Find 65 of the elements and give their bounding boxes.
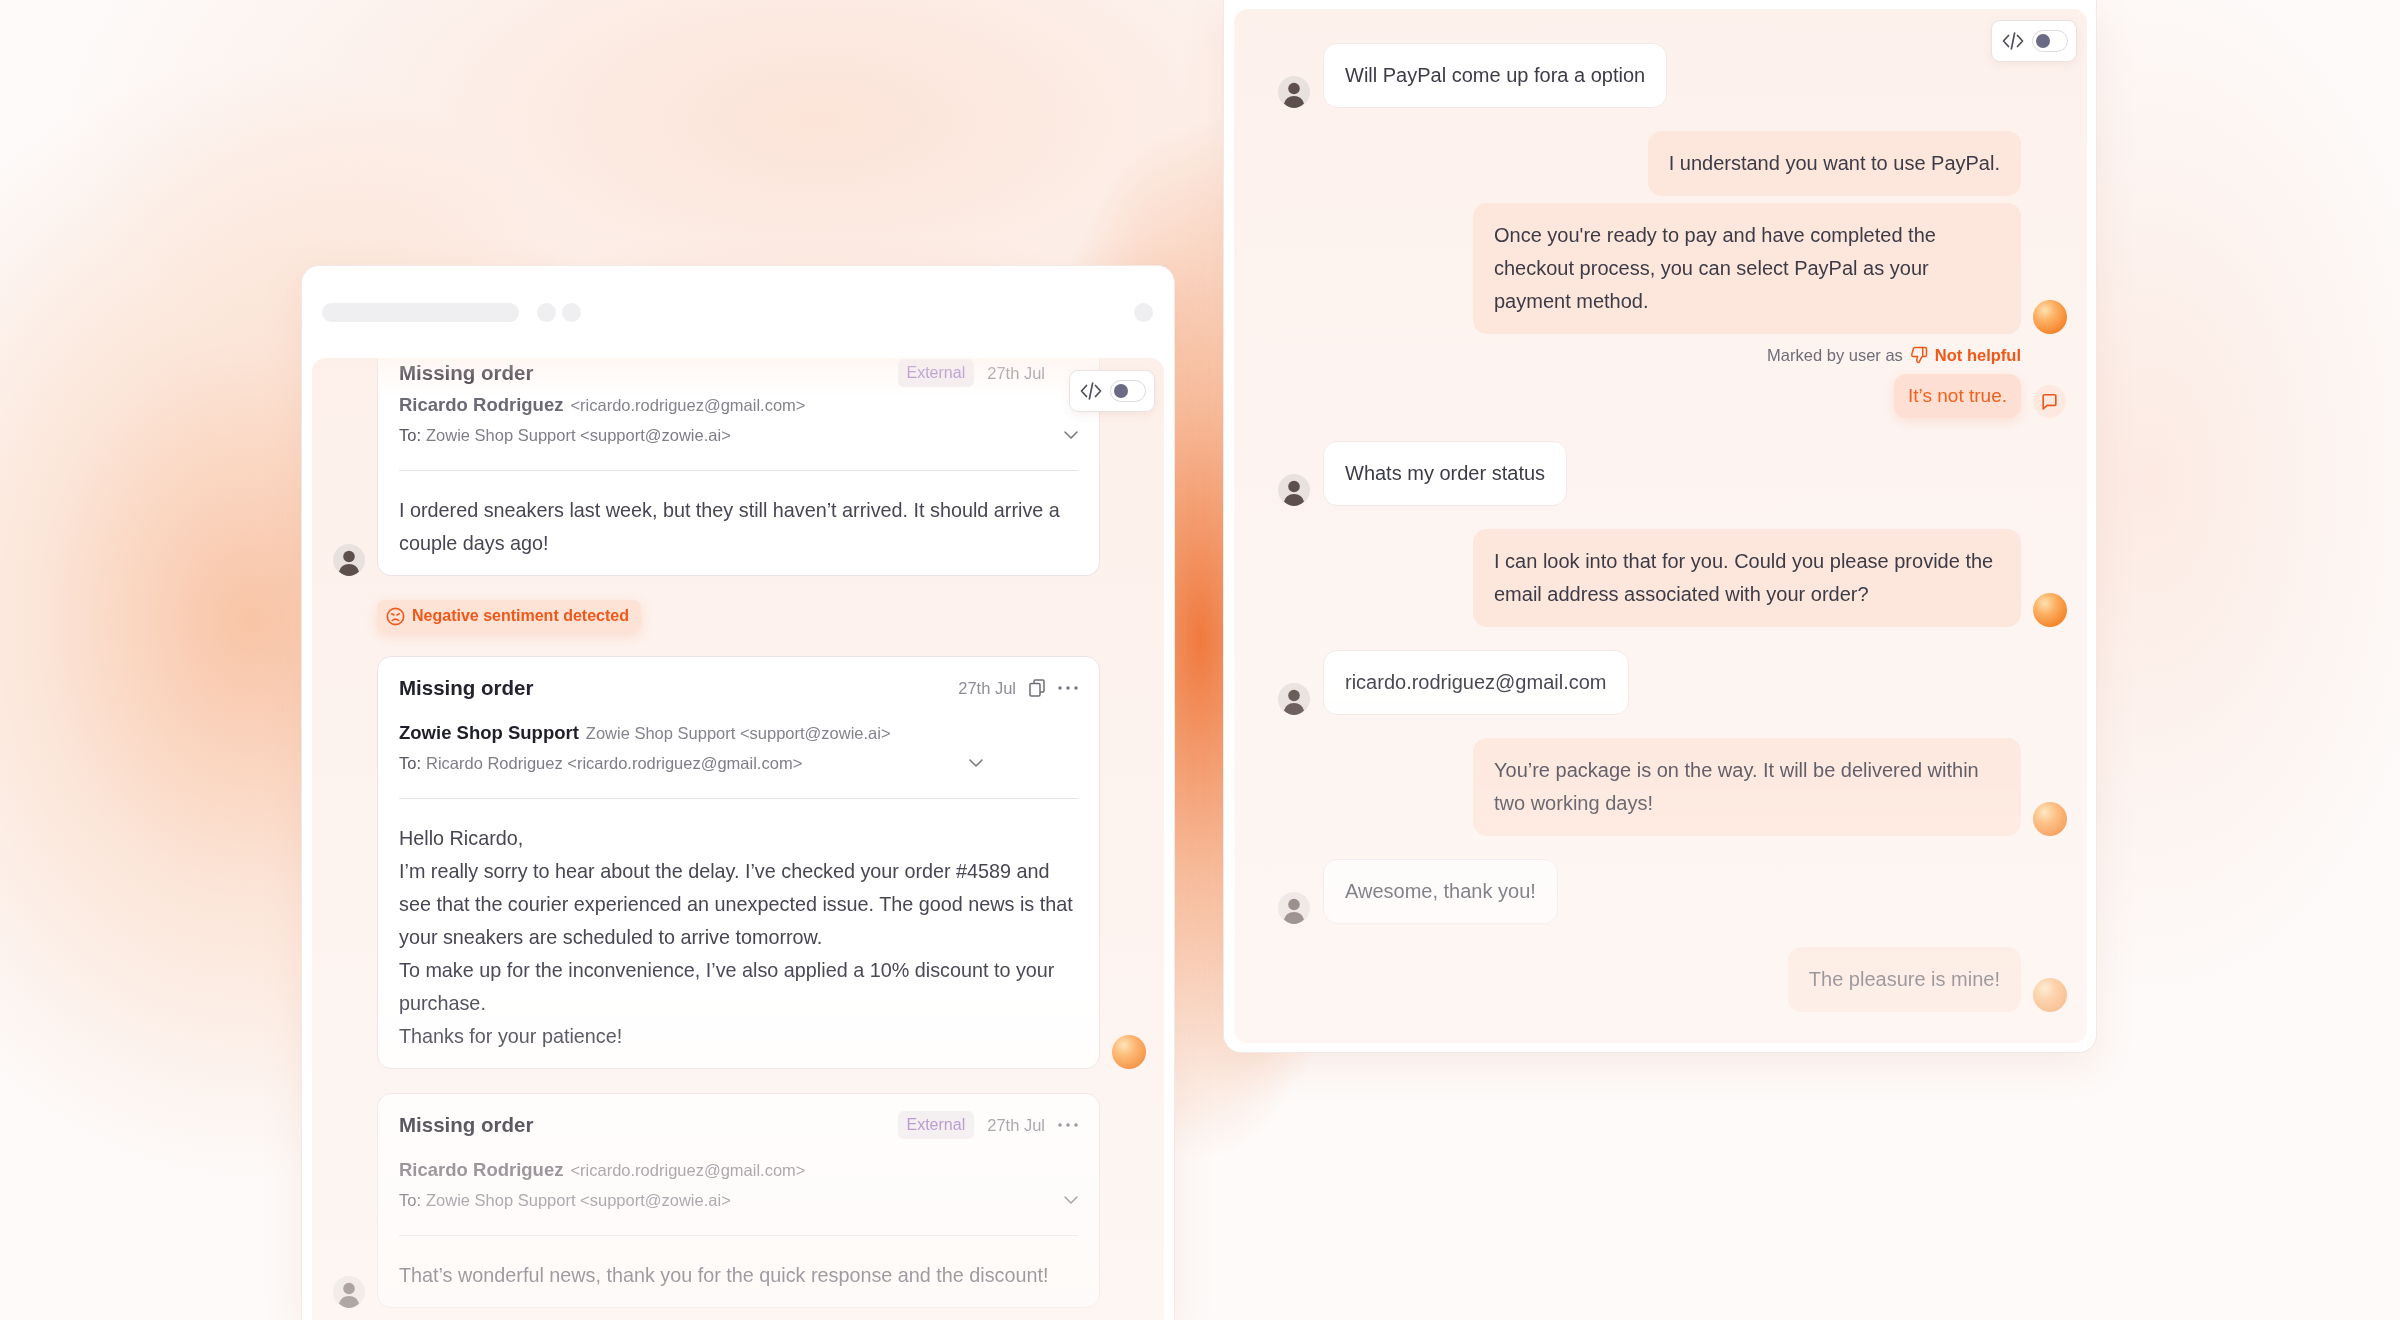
chat-message: Awesome, thank you!	[1323, 859, 1558, 924]
email-paragraph: I ordered sneakers last week, but they still haven’t arrived. It should arrive a couple days ago!	[399, 498, 1061, 556]
email-paragraph: Thanks for your patience!	[399, 1024, 624, 1049]
more-icon[interactable]	[1058, 686, 1078, 690]
chat-message: Once you're ready to pay and have completed the checkout process, you can select PayPal as your payment method.	[1473, 203, 2021, 334]
avatar-icon	[1278, 474, 1310, 506]
sender-name: Zowie Shop Support	[399, 721, 579, 745]
email-date: 27th Jul	[987, 1115, 1045, 1136]
chat-message: ricardo.rodriguez@gmail.com	[1323, 650, 1629, 715]
chat-message: I understand you want to use PayPal.	[1647, 131, 2021, 196]
email-tag: External	[897, 359, 975, 387]
chat-message: You’re package is on the way. It will be delivered within two working days!	[1473, 738, 2021, 836]
chevron-down-icon[interactable]	[1064, 1196, 1078, 1204]
avatar-icon	[333, 1276, 365, 1308]
bot-avatar-icon	[2033, 802, 2067, 836]
email-paragraph: Hello Ricardo,	[399, 826, 525, 851]
chat-message: The pleasure is mine!	[1787, 947, 2021, 1012]
avatar-icon	[333, 544, 365, 576]
recipient-address: Zowie Shop Support <support@zowie.ai>	[426, 425, 731, 446]
bot-avatar-icon	[2033, 300, 2067, 334]
sender-address: <ricardo.rodriguez@gmail.com>	[570, 395, 806, 416]
recipient-address: Ricardo Rodriguez <ricardo.rodriguez@gmail.com>	[426, 753, 803, 774]
email-subject: Missing order	[399, 360, 534, 386]
bot-avatar-icon	[2033, 593, 2067, 627]
email-subject: Missing order	[399, 1112, 534, 1138]
chevron-down-icon[interactable]	[1064, 431, 1078, 439]
bot-avatar-icon	[1112, 1035, 1146, 1069]
copy-icon[interactable]	[1029, 679, 1045, 697]
recipient-address: Zowie Shop Support <support@zowie.ai>	[426, 1190, 731, 1211]
feedback-label: Marked by user as	[1767, 345, 1903, 365]
code-icon	[1080, 382, 1102, 400]
email-paragraph: To make up for the inconvenience, I’ve also applied a 10% discount to your purchase.	[399, 958, 1056, 1016]
email-paragraph: I’m really sorry to hear about the delay. I’ve checked your order #4589 and see that the courier experienced an unexpected issue. The good news is that your sneakers are scheduled to arrive tomorrow.	[399, 859, 1074, 950]
chat-message: Will PayPal come up fora a option	[1323, 43, 1668, 108]
avatar-icon	[1278, 683, 1310, 715]
email-subject: Missing order	[399, 675, 534, 701]
toggle-switch[interactable]	[1110, 380, 1146, 402]
chat-message: I can look into that for you. Could you please provide the email address associated with your order?	[1473, 529, 2021, 627]
bot-avatar-icon	[2033, 978, 2067, 1012]
recipient-label: To:	[399, 425, 421, 446]
email-paragraph: That’s wonderful news, thank you for the quick response and the discount!	[399, 1263, 1050, 1288]
thumbs-down-icon	[1909, 346, 1928, 364]
email-date: 27th Jul	[958, 678, 1016, 699]
more-icon[interactable]	[1058, 1123, 1078, 1127]
code-icon	[2002, 32, 2024, 50]
feedback-comment: It’s not true.	[1894, 374, 2021, 418]
avatar-icon	[1278, 892, 1310, 924]
chevron-down-icon[interactable]	[969, 759, 983, 767]
toggle-switch[interactable]	[2032, 30, 2068, 52]
chat-message: Whats my order status	[1323, 441, 1568, 506]
feedback-rating: Not helpful	[1934, 345, 2021, 365]
avatar-icon	[1278, 76, 1310, 108]
comment-icon[interactable]	[2033, 385, 2066, 418]
recipient-label: To:	[399, 753, 421, 774]
sender-address: Zowie Shop Support <support@zowie.ai>	[585, 723, 891, 744]
code-view-control[interactable]	[1991, 20, 2077, 62]
email-date: 27th Jul	[987, 363, 1045, 384]
alert-text: Negative sentiment detected	[412, 607, 629, 625]
sender-address: <ricardo.rodriguez@gmail.com>	[570, 1160, 806, 1181]
email-tag: External	[897, 1111, 975, 1139]
recipient-label: To:	[399, 1190, 421, 1211]
sender-name: Ricardo Rodriguez	[399, 1158, 564, 1182]
frown-face-icon	[386, 606, 405, 626]
sender-name: Ricardo Rodriguez	[399, 393, 564, 417]
code-view-control[interactable]	[1069, 370, 1155, 412]
